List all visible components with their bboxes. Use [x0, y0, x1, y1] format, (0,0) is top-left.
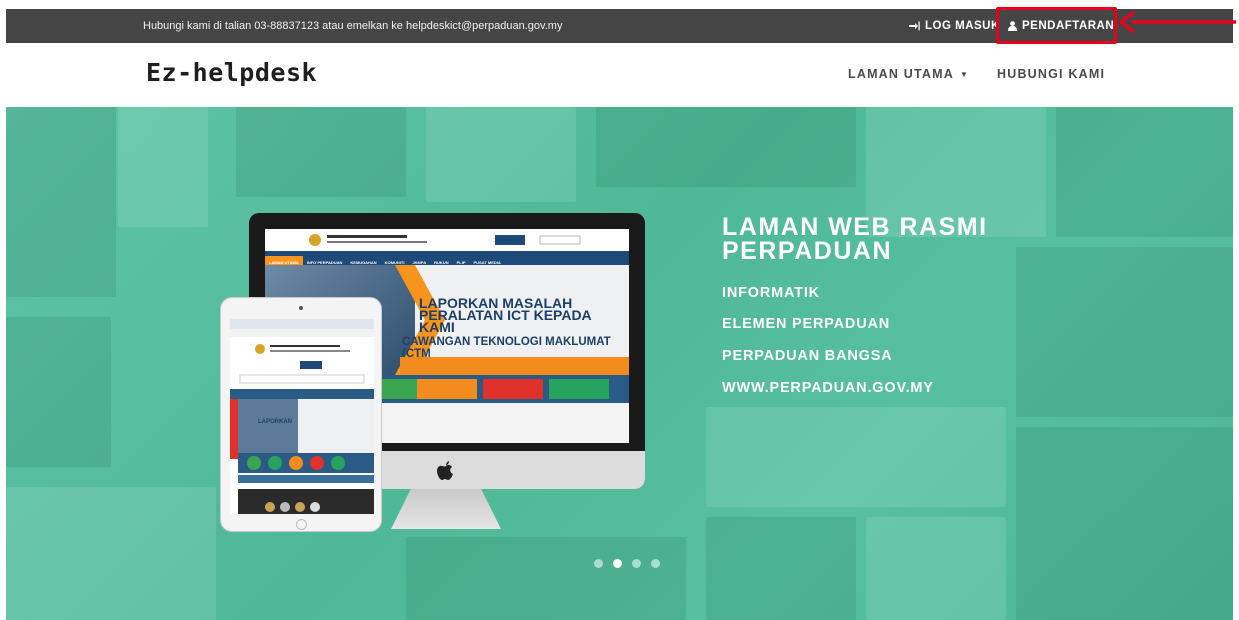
screen-header [265, 229, 629, 251]
sign-in-icon [909, 21, 920, 31]
hero-link-informatik[interactable]: INFORMATIK [722, 285, 820, 301]
tablet-screen: LAPORKAN [230, 319, 374, 514]
bg-tile [706, 407, 1006, 507]
contact-info: Hubungi kami di talian 03-88837123 atau … [143, 20, 563, 32]
banner-headline: LAPORKAN MASALAH PERALATAN ICT KEPADA KA… [419, 295, 592, 335]
hero-title: LAMAN WEB RASMI PERPADUAN [722, 213, 988, 265]
site-logo[interactable]: Ez-helpdesk [146, 58, 317, 87]
hero-link-bangsa[interactable]: PERPADUAN BANGSA [722, 348, 892, 364]
bg-tile [6, 107, 116, 297]
nav-item-home[interactable]: LAMAN UTAMA ▼ [848, 67, 969, 81]
bg-tile [706, 517, 856, 620]
screen-nav: LAMAN UTAMA INFO PERPADUAN KEMUDAHAN KOMUNI… [265, 251, 629, 269]
bg-tile [1016, 247, 1233, 417]
main-navbar: Ez-helpdesk LAMAN UTAMA ▼ HUBUNGI KAMI [0, 44, 1239, 107]
register-highlight-box [996, 7, 1117, 44]
nav-item-contact[interactable]: HUBUNGI KAMI [997, 67, 1105, 81]
carousel-dot[interactable] [594, 559, 603, 568]
monitor-stand [391, 489, 501, 529]
caret-down-icon: ▼ [960, 70, 970, 80]
tablet-screen-graphic: LAPORKAN [230, 319, 374, 514]
bg-tile [596, 107, 856, 187]
login-label: LOG MASUK [925, 20, 1000, 32]
bg-tile [6, 487, 216, 620]
tablet-home-button [296, 519, 307, 530]
hero-slider: LAMAN UTAMA INFO PERPADUAN KEMUDAHAN KOMUNI… [6, 107, 1233, 620]
hero-link-website[interactable]: WWW.PERPADUAN.GOV.MY [722, 380, 934, 396]
tablet-camera [299, 306, 303, 310]
screen-header-graphic [309, 234, 581, 246]
carousel-dot[interactable] [651, 559, 660, 568]
bg-tile [406, 537, 686, 620]
banner-strip [400, 357, 629, 375]
bg-tile [236, 107, 406, 197]
hero-title-line2: PERPADUAN [722, 237, 892, 265]
bg-tile [118, 107, 208, 227]
carousel-indicators [594, 555, 670, 573]
hero-title-line1: LAMAN WEB RASMI [722, 213, 988, 241]
bg-tile [6, 317, 111, 467]
annotation-arrow-icon [1118, 10, 1236, 34]
nav-home-label: LAMAN UTAMA [848, 67, 955, 81]
hero-link-elemen[interactable]: ELEMEN PERPADUAN [722, 316, 890, 332]
login-link[interactable]: LOG MASUK [909, 9, 1000, 43]
carousel-dot[interactable] [632, 559, 641, 568]
bg-tile [1016, 427, 1233, 620]
bg-tile [866, 517, 1006, 620]
apple-logo-icon [437, 461, 453, 480]
bg-tile [1056, 107, 1233, 237]
svg-text:LAPORKAN: LAPORKAN [258, 419, 292, 425]
tablet-mockup: LAPORKAN [220, 297, 382, 532]
bg-tile [426, 107, 576, 202]
carousel-dot-active[interactable] [613, 559, 622, 568]
